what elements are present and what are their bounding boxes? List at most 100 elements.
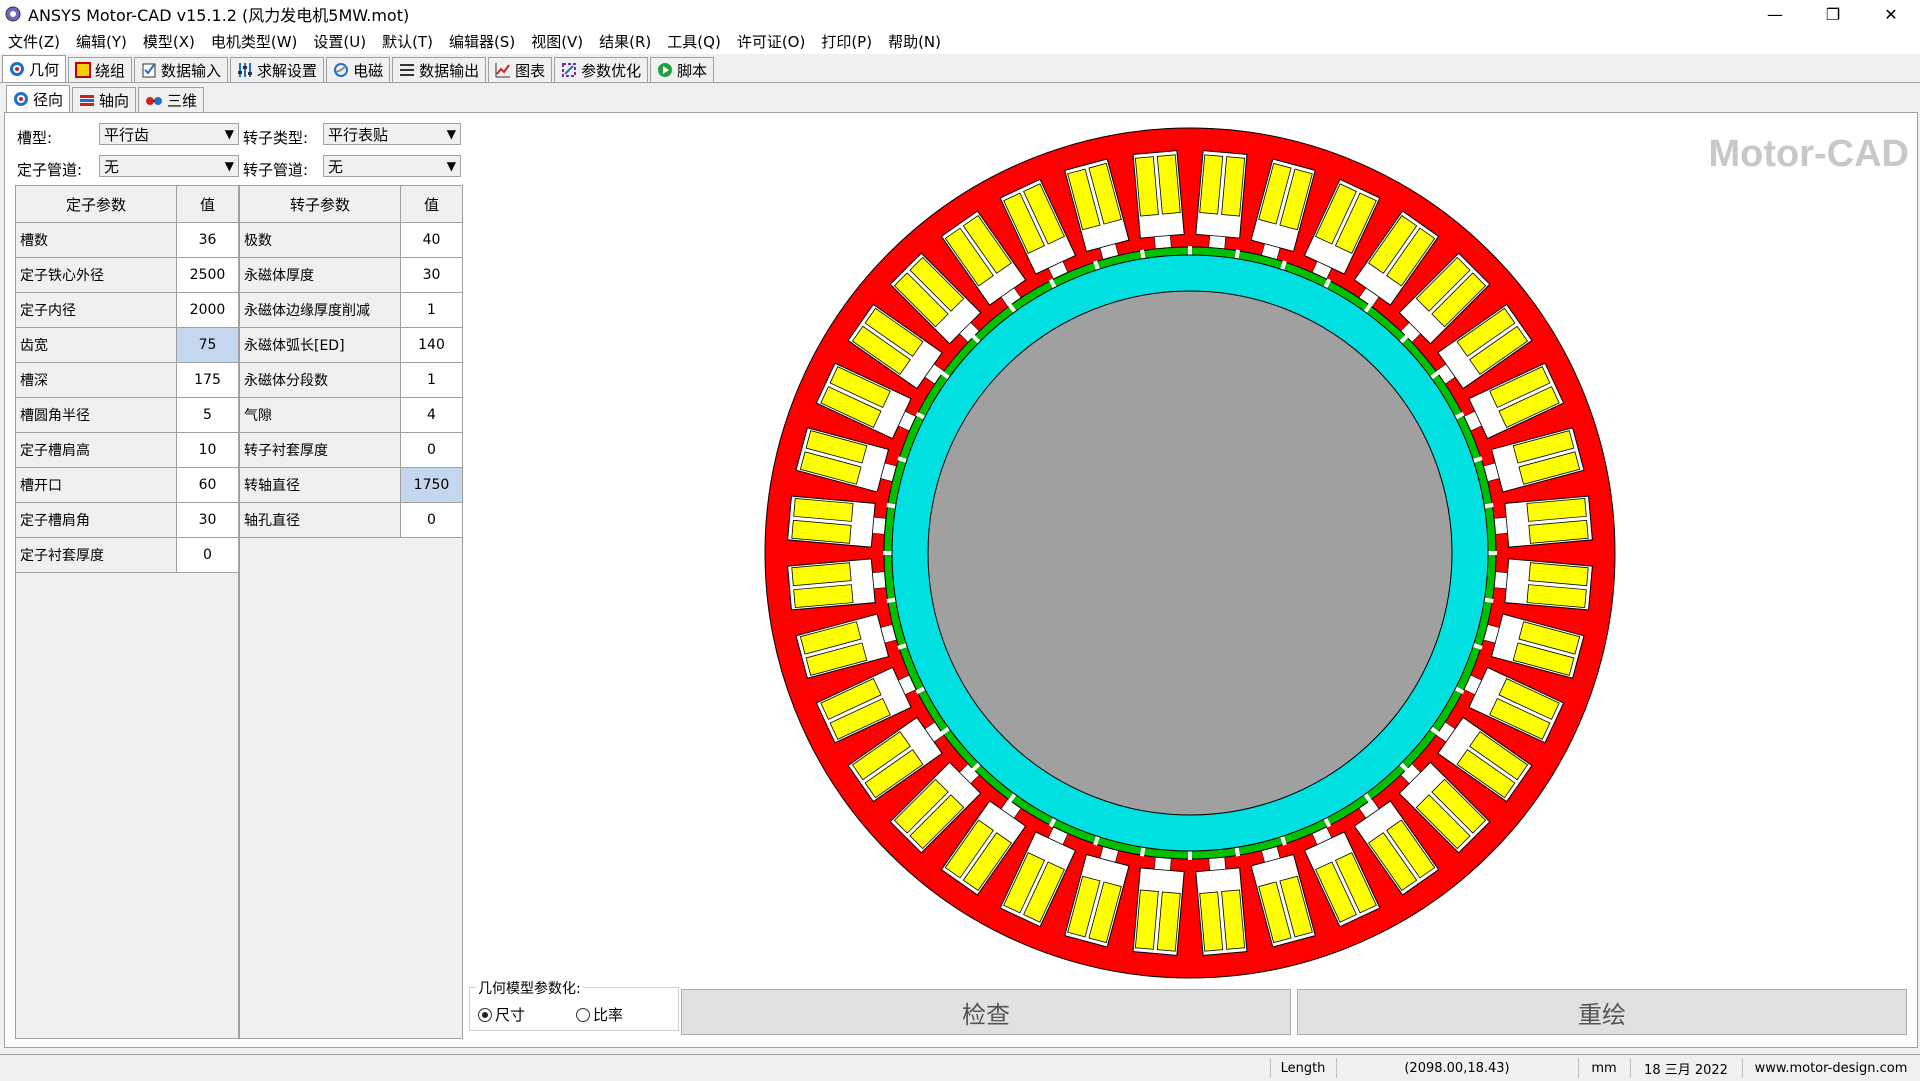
rotor-value-cell[interactable]: 40 (400, 222, 463, 258)
rotor-value-cell[interactable]: 140 (400, 327, 463, 363)
stator-slot (1132, 150, 1185, 250)
tab-axial[interactable]: 轴向 (72, 87, 137, 112)
stator-header-name: 定子参数 (15, 185, 177, 223)
sub-tab-bar: 径向 轴向 三维 (4, 85, 205, 112)
stator-duct-label: 定子管道: (17, 161, 83, 179)
3d-glasses-icon (146, 97, 163, 105)
rotor-value-cell[interactable]: 4 (400, 397, 463, 433)
table-row[interactable]: 槽深 175 (15, 362, 239, 398)
magnet-separator (1188, 246, 1192, 255)
stator-value-cell[interactable]: 30 (176, 502, 239, 538)
menu-tools[interactable]: 工具(Q) (659, 31, 729, 52)
radio-selected-icon (478, 1007, 492, 1022)
table-row[interactable]: 槽数 36 (15, 222, 239, 258)
stator-value-cell-selected[interactable]: 75 (176, 327, 239, 363)
rotor-value-cell[interactable]: 1 (400, 292, 463, 328)
stator-parameter-table: 定子参数 值 槽数 36 定子铁心外径 2500 定子内径 2000 齿宽 75 槽深 1… (15, 185, 239, 573)
menu-edit[interactable]: 编辑(Y) (68, 31, 135, 52)
table-row[interactable]: 定子内径 2000 (15, 292, 239, 328)
tab-geometry-label: 几何 (29, 60, 60, 79)
size-radio-label: 尺寸 (495, 1006, 526, 1024)
table-row[interactable]: 气隙 4 (239, 397, 463, 433)
menu-help[interactable]: 帮助(N) (880, 31, 949, 52)
tab-electromagnetic[interactable]: 电磁 (326, 57, 391, 82)
stator-value-cell[interactable]: 36 (176, 222, 239, 258)
tab-input-data[interactable]: 数据输入 (134, 57, 229, 82)
stator-value-cell[interactable]: 5 (176, 397, 239, 433)
table-row[interactable]: 转轴直径 1750 (239, 467, 463, 503)
menu-results[interactable]: 结果(R) (591, 31, 659, 52)
tab-3d[interactable]: 三维 (138, 87, 205, 112)
magnet-separator (1488, 551, 1497, 555)
menu-editor[interactable]: 编辑器(S) (441, 31, 523, 52)
ratio-radio[interactable]: 比率 (576, 1004, 623, 1025)
rotor-type-value: 平行表贴 (328, 125, 389, 144)
tab-graphs[interactable]: 图表 (488, 57, 553, 82)
rotor-value-cell[interactable]: 0 (400, 432, 463, 468)
menu-view[interactable]: 视图(V) (523, 31, 591, 52)
shaft (927, 290, 1453, 816)
slot-type-select[interactable]: 平行齿 ▼ (99, 123, 239, 145)
rotor-value-cell[interactable]: 30 (400, 257, 463, 293)
table-row[interactable]: 转子衬套厚度 0 (239, 432, 463, 468)
stator-value-cell[interactable]: 2500 (176, 257, 239, 293)
title-bar: ANSYS Motor-CAD v15.1.2 (风力发电机5MW.mot) —… (0, 0, 1920, 28)
table-row[interactable]: 定子槽肩角 30 (15, 502, 239, 538)
table-row[interactable]: 定子衬套厚度 0 (15, 537, 239, 573)
table-row[interactable]: 永磁体弧长[ED] 140 (239, 327, 463, 363)
stator-value-cell[interactable]: 60 (176, 467, 239, 503)
table-row[interactable]: 齿宽 75 (15, 327, 239, 363)
stator-value-cell[interactable]: 0 (176, 537, 239, 573)
rotor-value-cell[interactable]: 0 (400, 502, 463, 538)
status-coordinates: (2098.00,18.43) (1336, 1058, 1577, 1078)
minimize-button[interactable]: — (1746, 0, 1804, 28)
size-radio[interactable]: 尺寸 (478, 1004, 525, 1025)
tab-geometry[interactable]: 几何 (2, 55, 67, 82)
stator-value-cell[interactable]: 10 (176, 432, 239, 468)
table-row[interactable]: 永磁体厚度 30 (239, 257, 463, 293)
optimisation-icon (562, 63, 577, 77)
table-row[interactable]: 极数 40 (239, 222, 463, 258)
status-unit: mm (1578, 1058, 1629, 1078)
table-row[interactable]: 永磁体分段数 1 (239, 362, 463, 398)
chevron-down-icon: ▼ (446, 127, 456, 141)
menu-motor-type[interactable]: 电机类型(W) (203, 31, 306, 52)
tab-3d-label: 三维 (167, 91, 198, 110)
rotor-type-select[interactable]: 平行表贴 ▼ (323, 123, 461, 145)
menu-license[interactable]: 许可证(O) (729, 31, 814, 52)
stator-value-cell[interactable]: 175 (176, 362, 239, 398)
main-tab-bar: 几何 绕组 数据输入 求解设置 电磁 数据输出 图表 参数优化 脚本 (0, 54, 1920, 83)
tab-input-data-label: 数据输入 (161, 61, 222, 80)
rotor-value-cell-selected[interactable]: 1750 (400, 467, 463, 503)
rotor-duct-select[interactable]: 无 ▼ (323, 155, 461, 177)
table-row[interactable]: 定子槽肩高 10 (15, 432, 239, 468)
rotor-value-cell[interactable]: 1 (400, 362, 463, 398)
status-website[interactable]: www.motor-design.com (1742, 1058, 1919, 1078)
motor-cross-section[interactable] (760, 123, 1620, 983)
menu-model[interactable]: 模型(X) (135, 31, 203, 52)
stator-duct-select[interactable]: 无 ▼ (99, 155, 239, 177)
menu-defaults[interactable]: 默认(T) (374, 31, 441, 52)
table-row[interactable]: 轴孔直径 0 (239, 502, 463, 538)
menu-settings[interactable]: 设置(U) (305, 31, 374, 52)
stator-value-cell[interactable]: 2000 (176, 292, 239, 328)
tab-output-data[interactable]: 数据输出 (392, 57, 487, 82)
tab-winding[interactable]: 绕组 (68, 57, 133, 82)
menu-file[interactable]: 文件(Z) (0, 31, 68, 52)
close-button[interactable]: ✕ (1862, 0, 1920, 28)
table-row[interactable]: 定子铁心外径 2500 (15, 257, 239, 293)
stator-slot (1493, 495, 1593, 548)
menu-print[interactable]: 打印(P) (813, 31, 880, 52)
restore-button[interactable]: ❐ (1804, 0, 1862, 28)
slot-type-label: 槽型: (17, 129, 53, 147)
tab-script[interactable]: 脚本 (650, 57, 715, 82)
tab-solver-settings[interactable]: 求解设置 (230, 57, 325, 82)
table-row[interactable]: 永磁体边缘厚度削减 1 (239, 292, 463, 328)
table-row[interactable]: 槽圆角半径 5 (15, 397, 239, 433)
tab-optimisation[interactable]: 参数优化 (554, 57, 649, 82)
redraw-button[interactable]: 重绘 (1297, 989, 1907, 1035)
tab-radial[interactable]: 径向 (6, 85, 71, 112)
parameter-panel: 槽型: 平行齿 ▼ 转子类型: 平行表贴 ▼ 定子管道: 无 ▼ 转子管道: 无… (9, 117, 463, 1041)
table-row[interactable]: 槽开口 60 (15, 467, 239, 503)
check-button[interactable]: 检查 (681, 989, 1291, 1035)
